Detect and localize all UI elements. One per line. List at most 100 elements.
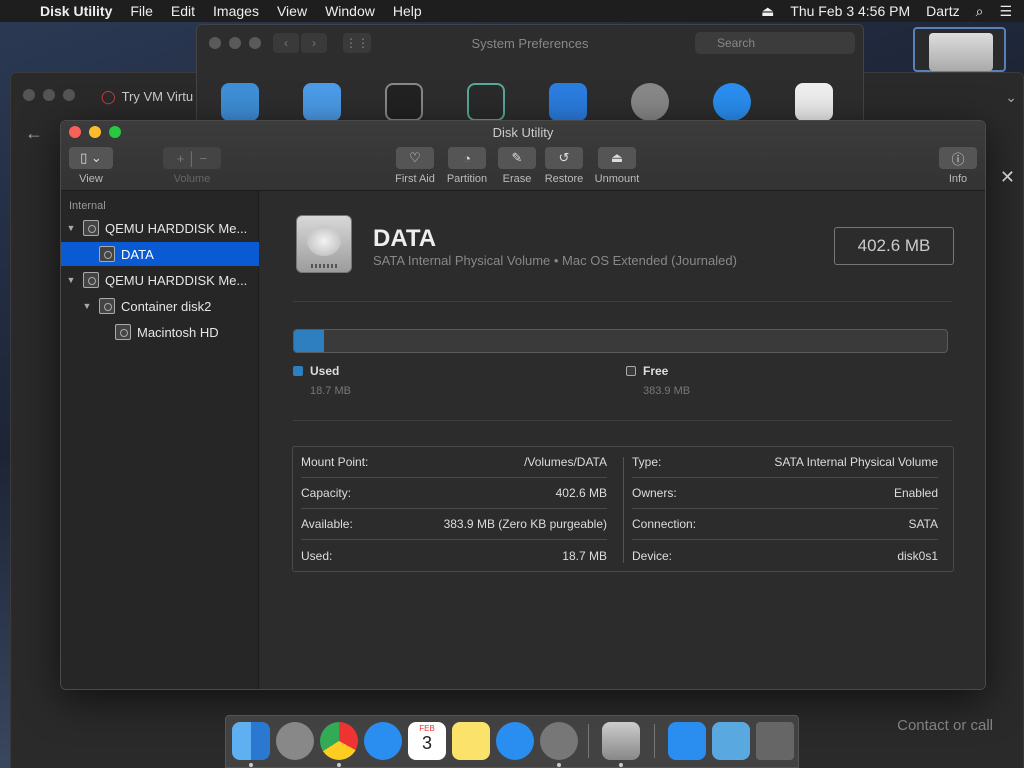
contact-link[interactable]: Contact or call — [897, 717, 993, 734]
desktop-pref-icon[interactable] — [303, 83, 341, 121]
info-row-owners: Owners: Enabled — [632, 478, 938, 509]
sidebar-item-data[interactable]: DATA — [61, 242, 259, 266]
sidebar-icon: ▯ ⌄ — [80, 150, 102, 165]
notification-center-icon[interactable]: ☰ — [999, 3, 1012, 20]
window-title: Disk Utility — [492, 125, 554, 140]
browser-tab[interactable]: ◯ Try VM Virtu — [101, 89, 193, 105]
info-column-right: Type: SATA Internal Physical Volume Owner… — [624, 447, 946, 571]
chrome-icon[interactable] — [320, 722, 358, 760]
menu-edit[interactable]: Edit — [171, 3, 195, 19]
dock-pref-icon[interactable] — [385, 83, 423, 121]
restore-button[interactable]: ↺ — [545, 147, 583, 169]
system-preferences-icon[interactable] — [540, 722, 578, 760]
info-value: 402.6 MB — [555, 486, 607, 500]
disk-utility-window: Disk Utility ▯ ⌄ View + │ − Volume ♡ Fir… — [60, 120, 986, 690]
restore-arrow-icon: ↺ — [558, 150, 570, 165]
sidebar-item-label: QEMU HARDDISK Me... — [105, 272, 248, 288]
sysprefs-icons — [221, 83, 833, 121]
browser-close-button[interactable] — [23, 89, 35, 101]
applications-folder-icon[interactable] — [668, 722, 706, 760]
browser-minimize-button[interactable] — [43, 89, 55, 101]
disk-thumbnail-icon — [929, 33, 993, 71]
screenshot-thumbnail[interactable] — [913, 27, 1006, 72]
unmount-button[interactable]: ⏏ — [598, 147, 636, 169]
disclosure-triangle-icon[interactable]: ▼ — [65, 223, 77, 233]
calendar-icon[interactable]: FEB 3 — [408, 722, 446, 760]
dock-separator — [588, 724, 589, 758]
info-row-mount-point: Mount Point: /Volumes/DATA — [301, 447, 607, 478]
info-value: Enabled — [893, 486, 938, 500]
hard-disk-icon — [83, 272, 99, 288]
oracle-icon: ◯ — [101, 89, 116, 104]
partition-button[interactable]: ◔ — [448, 147, 486, 169]
info-label: Mount Point: — [301, 455, 369, 469]
free-swatch — [626, 366, 636, 376]
finder-icon[interactable] — [232, 722, 270, 760]
browser-zoom-button[interactable] — [63, 89, 75, 101]
info-label: Available: — [301, 517, 353, 531]
erase-label: Erase — [502, 173, 532, 185]
view-label: View — [79, 173, 103, 185]
view-button[interactable]: ▯ ⌄ — [69, 147, 113, 169]
close-icon[interactable]: ✕ — [1000, 167, 1015, 188]
erase-button[interactable]: ✎ — [498, 147, 536, 169]
info-value: 18.7 MB — [562, 548, 607, 563]
sidebar-item-container-disk2[interactable]: ▼ Container disk2 — [61, 294, 259, 318]
clock[interactable]: Thu Feb 3 4:56 PM — [790, 3, 910, 19]
eject-icon: ⏏ — [610, 150, 624, 165]
notes-icon[interactable] — [452, 722, 490, 760]
sidebar-item-macintosh-hd[interactable]: Macintosh HD — [61, 320, 259, 344]
calendar-month: FEB — [419, 724, 435, 733]
sidebar-item-label: Macintosh HD — [137, 324, 219, 340]
volume-add-remove-button[interactable]: + │ − — [163, 147, 221, 169]
language-pref-icon[interactable] — [549, 83, 587, 121]
sidebar-item-qemu-disk-1[interactable]: ▼ QEMU HARDDISK Me... — [61, 216, 259, 240]
menu-window[interactable]: Window — [325, 3, 375, 19]
menu-images[interactable]: Images — [213, 3, 259, 19]
app-menu[interactable]: Disk Utility — [40, 3, 112, 19]
sidebar-item-qemu-disk-2[interactable]: ▼ QEMU HARDDISK Me... — [61, 268, 259, 292]
system-preferences-window: ‹ › ⋮⋮ System Preferences Search — [196, 24, 864, 134]
sidebar-item-label: DATA — [121, 246, 154, 262]
user-menu[interactable]: Dartz — [926, 3, 959, 19]
menu-view[interactable]: View — [277, 3, 307, 19]
info-label: Capacity: — [301, 486, 352, 500]
launchpad-icon[interactable] — [276, 722, 314, 760]
sysprefs-search-field[interactable]: Search — [695, 32, 855, 54]
disclosure-triangle-icon[interactable]: ▼ — [65, 275, 77, 285]
menu-bar: Disk Utility File Edit Images View Windo… — [0, 0, 1024, 22]
sidebar-item-label: Container disk2 — [121, 298, 212, 314]
spotlight-pref-icon[interactable] — [713, 83, 751, 121]
menu-help[interactable]: Help — [393, 3, 422, 19]
security-pref-icon[interactable] — [631, 83, 669, 121]
disk-utility-icon[interactable] — [602, 722, 640, 760]
safari-icon[interactable] — [364, 722, 402, 760]
app-store-icon[interactable] — [496, 722, 534, 760]
running-indicator — [557, 763, 561, 767]
info-label: Type: — [632, 455, 662, 469]
volume-size-badge: 402.6 MB — [834, 227, 954, 265]
main-pane: DATA SATA Internal Physical Volume • Mac… — [260, 191, 985, 689]
mission-control-pref-icon[interactable] — [467, 83, 505, 121]
legend-used-value: 18.7 MB — [310, 385, 351, 397]
downloads-folder-icon[interactable] — [712, 722, 750, 760]
spotlight-search-icon[interactable]: ⌕ — [976, 3, 984, 20]
stethoscope-icon: ♡ — [409, 150, 421, 165]
info-label: Used: — [301, 548, 333, 563]
running-indicator — [619, 763, 623, 767]
large-disk-icon — [296, 215, 352, 273]
trash-icon[interactable] — [756, 722, 794, 760]
general-pref-icon[interactable] — [221, 83, 259, 121]
menu-file[interactable]: File — [130, 3, 153, 19]
disclosure-triangle-icon[interactable]: ▼ — [81, 301, 93, 311]
used-swatch — [293, 366, 303, 376]
notifications-pref-icon[interactable] — [795, 83, 833, 121]
first-aid-button[interactable]: ♡ — [396, 147, 434, 169]
eject-icon[interactable]: ⏏ — [761, 3, 774, 20]
info-row-available: Available: 383.9 MB (Zero KB purgeable) — [301, 509, 607, 540]
info-button[interactable]: ⓘ — [939, 147, 977, 169]
unmount-label: Unmount — [594, 173, 640, 185]
back-arrow-icon[interactable]: ← — [25, 123, 43, 144]
divider — [293, 301, 952, 302]
chevron-down-icon[interactable]: ⌄ — [1005, 89, 1017, 106]
